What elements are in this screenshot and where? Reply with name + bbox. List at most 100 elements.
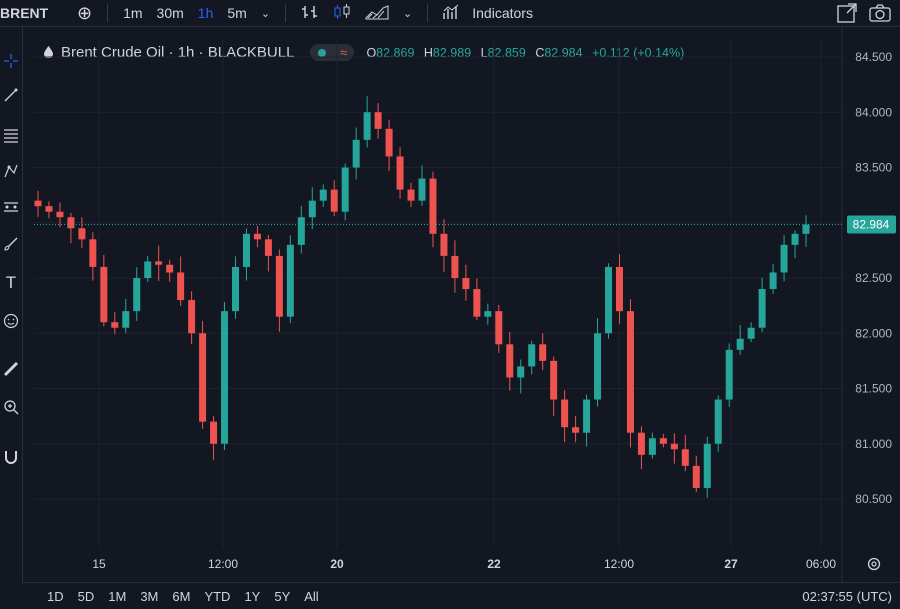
candle-body — [253, 233, 261, 240]
candle-body — [242, 233, 250, 267]
candle-body — [670, 443, 678, 450]
status-pill[interactable]: ≈ — [310, 44, 355, 61]
candle-body — [681, 449, 689, 466]
candle-body — [385, 128, 393, 157]
candle-body — [330, 189, 338, 212]
low-label: L — [480, 45, 488, 60]
candle-body — [264, 239, 272, 256]
indicators-icon[interactable] — [436, 4, 470, 23]
ruler-icon[interactable] — [0, 357, 22, 381]
candle-body — [155, 261, 163, 265]
candle-body — [111, 322, 119, 328]
emoji-icon[interactable] — [0, 309, 22, 333]
fullscreen-icon[interactable] — [836, 2, 858, 27]
range-5d[interactable]: 5D — [71, 589, 102, 604]
candle-body — [539, 344, 547, 361]
interval-30m[interactable]: 30m — [150, 5, 191, 21]
price-tick-label: 82.500 — [855, 271, 892, 285]
bottom-toolbar: 1D 5D 1M 3M 6M YTD 1Y 5Y All 02:37:55 (U… — [22, 582, 900, 609]
range-6m[interactable]: 6M — [165, 589, 197, 604]
separator — [427, 4, 429, 22]
range-1m[interactable]: 1M — [101, 589, 133, 604]
separator — [107, 4, 109, 22]
fib-retracement-icon[interactable] — [0, 123, 22, 147]
symbol-name[interactable]: BRENT — [0, 5, 70, 21]
range-ytd[interactable]: YTD — [197, 589, 237, 604]
interval-1m[interactable]: 1m — [116, 5, 149, 21]
settings-gear-icon — [867, 557, 881, 571]
market-open-dot-icon — [317, 48, 326, 57]
area-chart-icon[interactable] — [358, 4, 396, 23]
brush-icon[interactable] — [0, 232, 22, 256]
magnet-icon[interactable] — [0, 445, 22, 469]
text-tool-icon[interactable]: T — [0, 271, 22, 295]
candle-body — [725, 349, 733, 400]
candle-body — [89, 239, 97, 267]
range-3m[interactable]: 3M — [133, 589, 165, 604]
time-tick-label: 20 — [330, 557, 344, 571]
chart-grid — [34, 27, 843, 582]
candle-body — [495, 311, 503, 345]
zoom-icon[interactable] — [0, 395, 22, 419]
candle-body — [122, 311, 130, 328]
range-1y[interactable]: 1Y — [237, 589, 267, 604]
candle-body — [747, 327, 755, 339]
candle-body — [407, 189, 415, 201]
candle-body — [703, 443, 711, 488]
candle-body — [561, 399, 569, 428]
separator — [285, 4, 287, 22]
high-value: 82.989 — [432, 45, 472, 60]
candle-body — [396, 156, 404, 190]
range-1d[interactable]: 1D — [40, 589, 71, 604]
candle-body — [517, 366, 525, 378]
candle-body — [473, 289, 481, 317]
candle-body — [319, 189, 327, 201]
candle-body — [177, 272, 185, 301]
bar-style-icon[interactable] — [294, 4, 326, 23]
trend-line-icon[interactable] — [0, 83, 22, 107]
drop-icon — [44, 45, 53, 61]
low-value: 82.859 — [487, 45, 526, 60]
pattern-icon[interactable] — [0, 159, 22, 183]
time-axis: 15 12:00 20 22 12:00 27 06:00 — [92, 557, 836, 571]
price-tick-label: 81.000 — [855, 437, 892, 451]
open-label: O — [366, 45, 377, 60]
camera-icon[interactable] — [868, 2, 892, 27]
utc-clock[interactable]: 02:37:55 (UTC) — [802, 589, 892, 604]
last-price-badge-text: 82.984 — [853, 218, 890, 232]
candle-body — [210, 421, 218, 444]
range-all[interactable]: All — [297, 589, 325, 604]
time-tick-label: 22 — [487, 557, 501, 571]
chart-title: Brent Crude Oil · 1h · BLACKBULL — [61, 44, 295, 61]
candle-body — [659, 438, 667, 444]
candle-body — [528, 344, 536, 367]
price-tick-label: 82.000 — [855, 326, 892, 340]
candle-body — [100, 266, 108, 323]
interval-5m[interactable]: 5m — [220, 5, 253, 21]
prediction-icon[interactable] — [0, 195, 22, 219]
chevron-down-icon[interactable]: ⌄ — [254, 7, 277, 20]
candle-body — [133, 278, 141, 312]
interval-1h[interactable]: 1h — [191, 5, 221, 21]
time-tick-label: 27 — [724, 557, 738, 571]
range-5y[interactable]: 5Y — [267, 589, 297, 604]
candle-body — [67, 217, 75, 229]
candles-icon[interactable] — [326, 3, 358, 23]
ohlc-values: O82.869 H82.989 L82.859 C82.984 +0.112 (… — [366, 46, 690, 60]
candle-body — [605, 266, 613, 334]
add-symbol-icon[interactable]: ⊕ — [70, 3, 99, 24]
chevron-down-icon[interactable]: ⌄ — [396, 7, 419, 20]
candle-body — [308, 200, 316, 218]
candle-body — [363, 112, 371, 140]
price-chart[interactable]: 84.500 84.000 83.500 83.000 82.500 82.000 81.5… — [0, 0, 900, 608]
price-axis: 84.500 84.000 83.500 83.000 82.500 82.000 81.5… — [855, 50, 892, 506]
open-value: 82.869 — [376, 45, 415, 60]
crosshair-icon[interactable] — [0, 49, 22, 73]
price-tick-label: 84.000 — [855, 105, 892, 119]
candle-body — [583, 399, 591, 433]
candle-body — [462, 278, 470, 290]
candle-body — [231, 266, 239, 312]
candle-body — [550, 360, 558, 400]
candle-body — [572, 427, 580, 433]
indicators-button[interactable]: Indicators — [470, 5, 540, 21]
